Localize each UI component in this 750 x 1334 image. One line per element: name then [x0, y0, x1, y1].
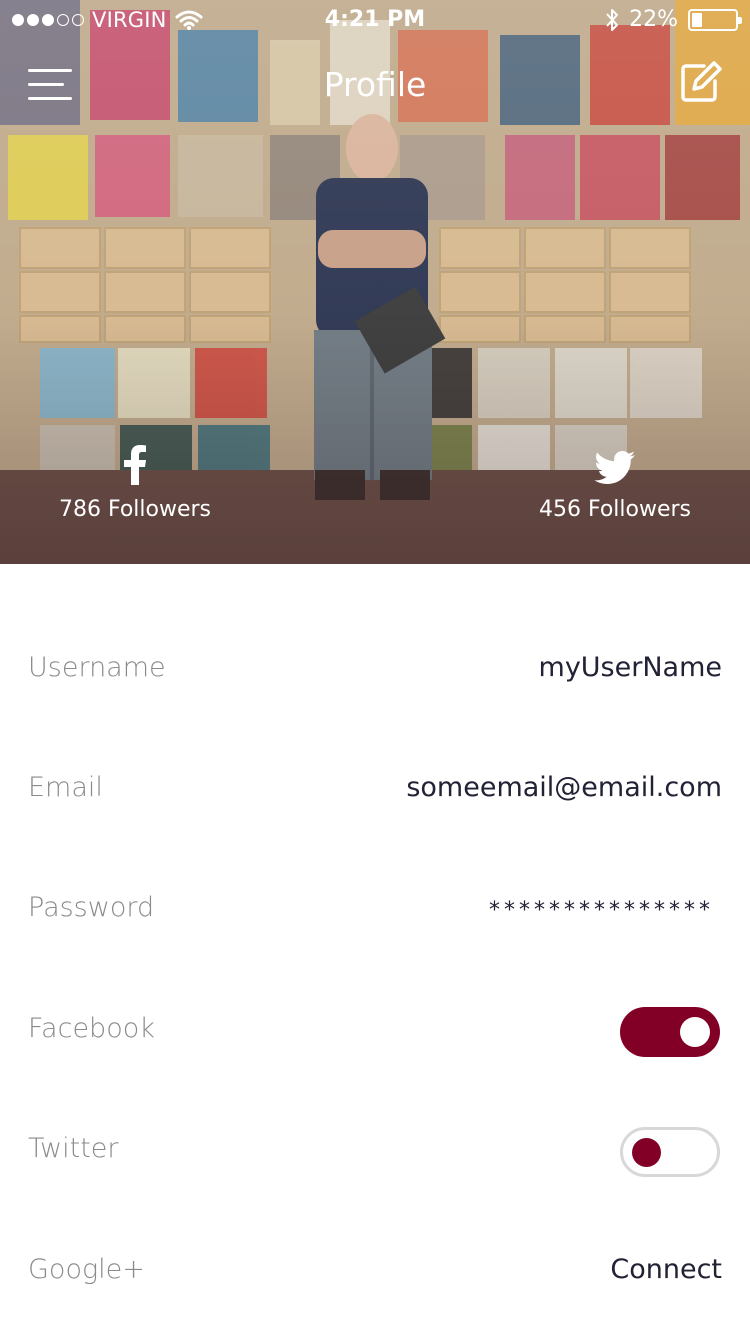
battery-icon — [688, 8, 742, 31]
bluetooth-icon — [606, 8, 619, 31]
password-value[interactable]: *************** — [489, 898, 714, 923]
email-value[interactable]: someemail@email.com — [406, 772, 722, 803]
twitter-row: Twitter — [0, 1121, 750, 1181]
password-row[interactable]: Password *************** — [0, 880, 750, 940]
password-label: Password — [28, 892, 155, 923]
facebook-row: Facebook — [0, 1001, 750, 1061]
twitter-followers: 456 Followers — [538, 497, 692, 522]
nav-bar: Profile — [0, 55, 750, 115]
page-title: Profile — [323, 65, 427, 104]
username-label: Username — [28, 652, 166, 683]
facebook-followers: 786 Followers — [58, 497, 212, 522]
status-bar: VIRGIN 4:21 PM 22% — [0, 0, 750, 40]
username-row[interactable]: Username myUserName — [0, 640, 750, 700]
twitter-toggle[interactable] — [620, 1127, 720, 1177]
facebook-label: Facebook — [28, 1013, 155, 1044]
twitter-icon — [594, 451, 635, 484]
google-row: Google+ Connect — [0, 1242, 750, 1302]
google-label: Google+ — [28, 1254, 145, 1285]
facebook-stats[interactable]: 786 Followers — [25, 445, 245, 522]
battery-percent: 22% — [629, 7, 678, 32]
facebook-icon — [124, 445, 146, 485]
twitter-label: Twitter — [28, 1133, 119, 1164]
email-row[interactable]: Email someemail@email.com — [0, 760, 750, 820]
profile-header: VIRGIN 4:21 PM 22% Profile 786 Followers… — [0, 0, 750, 564]
status-right: 22% — [605, 7, 742, 32]
google-connect-button[interactable]: Connect — [610, 1254, 722, 1285]
username-value[interactable]: myUserName — [539, 652, 722, 683]
email-label: Email — [28, 772, 103, 803]
twitter-stats[interactable]: 456 Followers — [505, 445, 725, 522]
edit-icon[interactable] — [680, 61, 722, 103]
facebook-toggle[interactable] — [620, 1007, 720, 1057]
